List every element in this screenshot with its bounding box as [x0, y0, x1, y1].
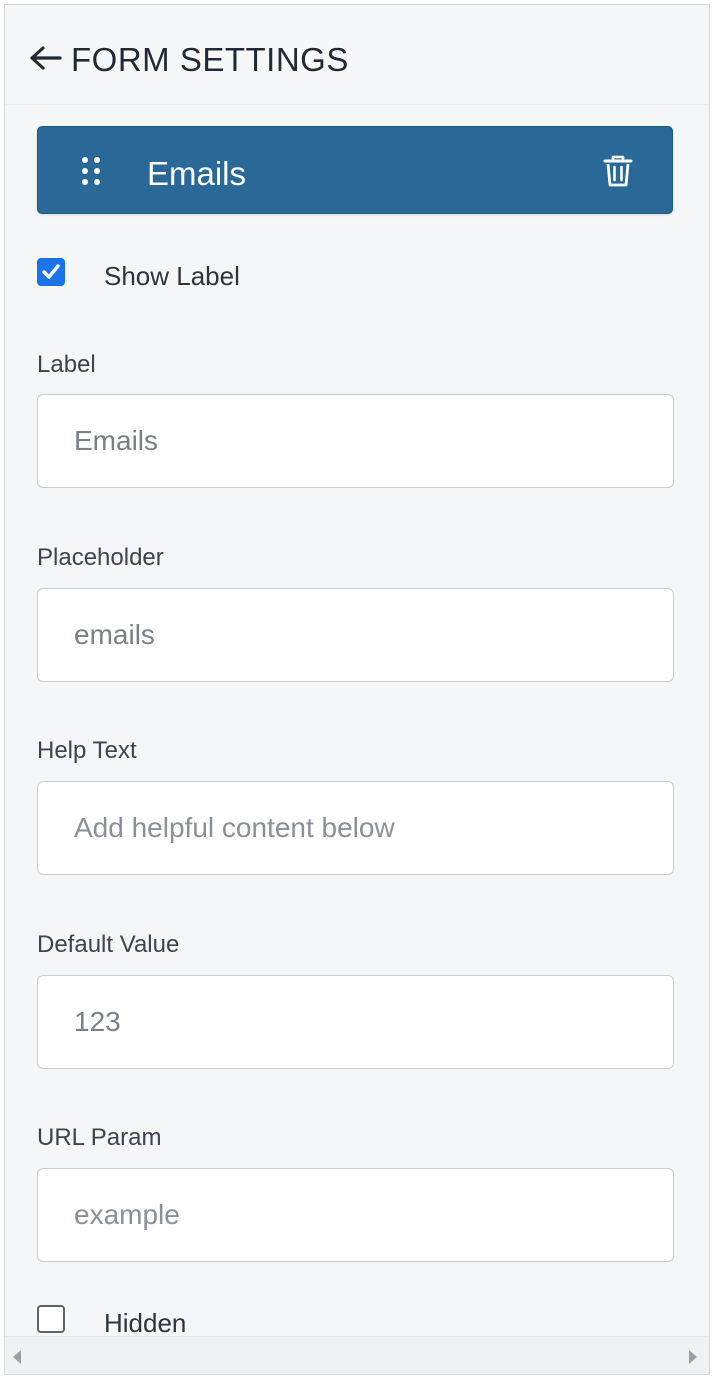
- hidden-checkbox[interactable]: [37, 1305, 65, 1333]
- label-field-label: Label: [37, 351, 96, 378]
- selected-field-banner[interactable]: Emails: [37, 126, 673, 214]
- scroll-left-arrow-icon[interactable]: [11, 1349, 23, 1365]
- horizontal-scrollbar[interactable]: [5, 1336, 709, 1374]
- arrow-left-icon[interactable]: [29, 45, 63, 71]
- show-label-text: Show Label: [104, 261, 240, 291]
- label-input[interactable]: [37, 394, 674, 488]
- trash-icon[interactable]: [603, 155, 633, 187]
- placeholder-input[interactable]: [37, 588, 674, 682]
- help-text-field-label: Help Text: [37, 737, 137, 764]
- panel-header: FORM SETTINGS: [5, 5, 709, 105]
- field-name: Emails: [147, 155, 247, 192]
- scroll-right-arrow-icon[interactable]: [687, 1349, 699, 1365]
- placeholder-field-label: Placeholder: [37, 544, 164, 571]
- page-title: FORM SETTINGS: [71, 41, 349, 78]
- drag-handle-icon[interactable]: [80, 155, 104, 187]
- default-value-field-label: Default Value: [37, 931, 180, 958]
- help-text-input[interactable]: [37, 781, 674, 875]
- show-label-checkbox[interactable]: [37, 258, 65, 286]
- hidden-text: Hidden: [104, 1308, 187, 1338]
- form-settings-panel: FORM SETTINGS Emails Show Label Label Em…: [4, 4, 710, 1375]
- url-param-field-label: URL Param: [37, 1124, 162, 1151]
- default-value-input[interactable]: [37, 975, 674, 1069]
- url-param-input[interactable]: [37, 1168, 674, 1262]
